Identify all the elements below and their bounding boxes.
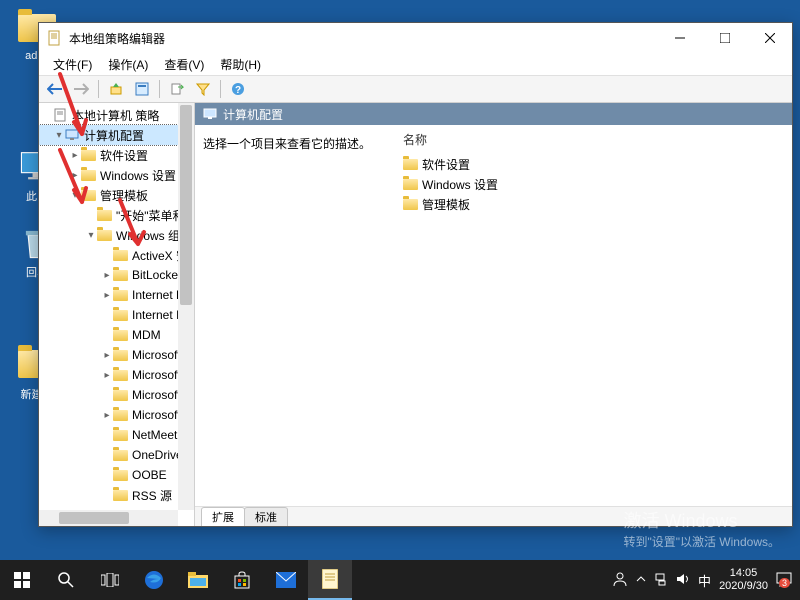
list-item[interactable]: 软件设置 (403, 154, 784, 174)
menubar: 文件(F)操作(A)查看(V)帮助(H) (39, 53, 792, 75)
tree-node[interactable]: 本地计算机 策略 (39, 105, 194, 125)
taskbar-store-icon[interactable] (220, 560, 264, 600)
window-title: 本地组策略编辑器 (69, 30, 657, 47)
titlebar: 本地组策略编辑器 (39, 23, 792, 53)
tray-date: 2020/9/30 (719, 580, 768, 593)
tree-node[interactable]: Microsoft (39, 385, 194, 405)
taskbar-notepad-icon[interactable] (308, 560, 352, 600)
up-button[interactable] (104, 78, 128, 100)
search-button[interactable] (44, 560, 88, 600)
properties-button[interactable] (130, 78, 154, 100)
nav-back-button[interactable] (43, 78, 67, 100)
tree-node[interactable]: "开始"菜单和任 (39, 205, 194, 225)
taskbar: 中 14:05 2020/9/30 3 (0, 560, 800, 600)
tree-node[interactable]: ▸BitLocker (39, 265, 194, 285)
policy-tree[interactable]: 本地计算机 策略▾计算机配置▸软件设置▸Windows 设置▾管理模板"开始"菜… (39, 103, 194, 526)
notif-count: 3 (779, 578, 790, 588)
watermark-title: 激活 Windows (623, 507, 780, 533)
close-button[interactable] (747, 23, 792, 53)
toolbar-sep (98, 80, 99, 98)
svg-text:?: ? (235, 85, 241, 96)
gpedit-window: 本地组策略编辑器 文件(F)操作(A)查看(V)帮助(H) ? 本地计算机 策略… (38, 22, 793, 527)
toolbar-sep (220, 80, 221, 98)
tree-node[interactable]: ▸Microsoft (39, 345, 194, 365)
computer-icon (203, 107, 217, 121)
tree-node[interactable]: ▾Windows 组件 (39, 225, 194, 245)
tray-ime-indicator[interactable]: 中 (698, 571, 711, 590)
maximize-button[interactable] (702, 23, 747, 53)
menu-item-1[interactable]: 操作(A) (100, 54, 156, 75)
tree-pane: 本地计算机 策略▾计算机配置▸软件设置▸Windows 设置▾管理模板"开始"菜… (39, 103, 195, 526)
tray-volume-icon[interactable] (676, 572, 690, 589)
tree-node[interactable]: OOBE (39, 465, 194, 485)
tree-node[interactable]: Internet I (39, 305, 194, 325)
taskview-button[interactable] (88, 560, 132, 600)
taskbar-mail-icon[interactable] (264, 560, 308, 600)
tree-node[interactable]: ▸Microsoft (39, 365, 194, 385)
taskbar-edge-icon[interactable] (132, 560, 176, 600)
detail-title: 计算机配置 (223, 106, 283, 123)
list-item[interactable]: 管理模板 (403, 194, 784, 214)
tray-chevron-up-icon[interactable] (636, 574, 646, 586)
tray-people-icon[interactable] (612, 571, 628, 590)
tree-node[interactable]: ▸Internet E (39, 285, 194, 305)
export-button[interactable] (165, 78, 189, 100)
app-icon (47, 30, 63, 46)
tree-node[interactable]: ▸Microsoft (39, 405, 194, 425)
filter-button[interactable] (191, 78, 215, 100)
detail-pane: 计算机配置 选择一个项目来查看它的描述。 名称 软件设置Windows 设置管理… (195, 103, 792, 526)
list-item[interactable]: Windows 设置 (403, 174, 784, 194)
tree-node[interactable]: NetMeetin (39, 425, 194, 445)
description-column: 选择一个项目来查看它的描述。 (195, 125, 395, 506)
menu-item-0[interactable]: 文件(F) (45, 54, 100, 75)
tray-clock[interactable]: 14:05 2020/9/30 (719, 567, 768, 593)
list-column: 名称 软件设置Windows 设置管理模板 (395, 125, 792, 506)
tray-network-icon[interactable] (654, 572, 668, 589)
description-text: 选择一个项目来查看它的描述。 (203, 135, 387, 152)
column-header-name: 名称 (403, 131, 784, 148)
taskbar-explorer-icon[interactable] (176, 560, 220, 600)
tree-node[interactable]: OneDrive (39, 445, 194, 465)
tree-node[interactable]: ActiveX 安 (39, 245, 194, 265)
watermark-subtitle: 转到"设置"以激活 Windows。 (623, 533, 780, 550)
activation-watermark: 激活 Windows 转到"设置"以激活 Windows。 (623, 507, 780, 550)
tree-node[interactable]: MDM (39, 325, 194, 345)
tree-node[interactable]: RSS 源 (39, 485, 194, 505)
tree-vscroll[interactable] (178, 103, 194, 510)
tree-node[interactable]: ▸软件设置 (39, 145, 194, 165)
help-button[interactable]: ? (226, 78, 250, 100)
tray-notifications-icon[interactable]: 3 (776, 571, 792, 590)
nav-forward-button[interactable] (69, 78, 93, 100)
tab-standard[interactable]: 标准 (244, 507, 288, 526)
start-button[interactable] (0, 560, 44, 600)
minimize-button[interactable] (657, 23, 702, 53)
tree-node[interactable]: ▾计算机配置 (39, 125, 194, 145)
system-tray: 中 14:05 2020/9/30 3 (604, 567, 800, 593)
menu-item-3[interactable]: 帮助(H) (212, 54, 269, 75)
tab-extended[interactable]: 扩展 (201, 507, 245, 526)
menu-item-2[interactable]: 查看(V) (156, 54, 212, 75)
detail-header: 计算机配置 (195, 103, 792, 125)
tray-time: 14:05 (719, 567, 768, 580)
toolbar-sep (159, 80, 160, 98)
tree-node[interactable]: ▸Windows 设置 (39, 165, 194, 185)
desktop: admi此电回收新建文 本地组策略编辑器 文件(F)操作(A)查看(V)帮助(H… (0, 0, 800, 600)
tree-hscroll[interactable] (39, 510, 178, 526)
tree-node[interactable]: ▾管理模板 (39, 185, 194, 205)
toolbar: ? (39, 75, 792, 103)
